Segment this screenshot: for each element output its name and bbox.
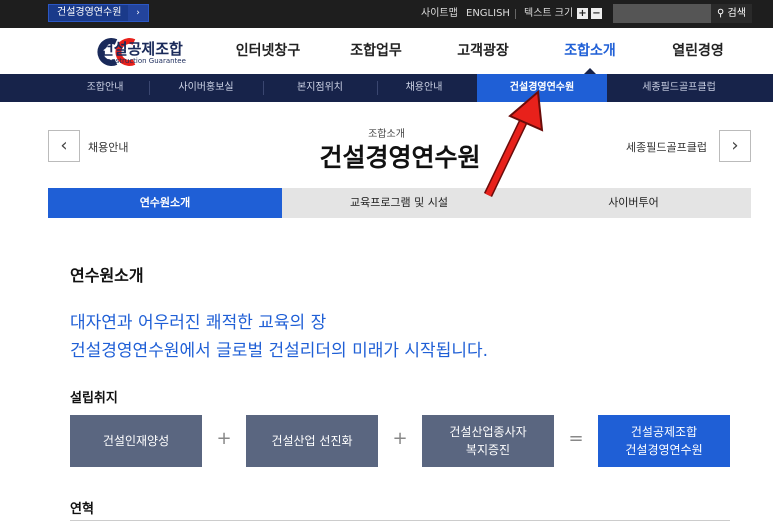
divider — [515, 9, 516, 19]
subnav-item-golf-club[interactable]: 세종필드골프클럽 — [622, 74, 736, 102]
search-input[interactable] — [613, 4, 711, 23]
purpose-box-welfare: 건설산업종사자 복지증진 — [422, 415, 554, 467]
subnav-item-union-guide[interactable]: 조합안내 — [48, 74, 162, 102]
subnav-item-branch-location[interactable]: 본지점위치 — [263, 74, 377, 102]
search-button-label: 검색 — [727, 8, 746, 19]
search-icon: ⚲ — [717, 8, 725, 19]
search-button[interactable]: ⚲ 검색 — [711, 4, 752, 23]
gnav-customer-plaza[interactable]: 고객광장 — [429, 28, 537, 74]
logo-text: 건설공제조합 — [100, 40, 183, 58]
history-heading: 연혁 — [70, 502, 94, 517]
purpose-box-result: 건설공제조합 건설경영연수원 — [598, 415, 730, 467]
gnav-union-work[interactable]: 조합업무 — [322, 28, 430, 74]
purpose-box-text: 건설경영연수원 — [625, 443, 703, 457]
purpose-box-talent: 건설인재양성 — [70, 415, 202, 467]
purpose-box-text: 건설공제조합 — [630, 425, 698, 439]
gnav-open-management[interactable]: 열린경영 — [644, 28, 752, 74]
purpose-heading: 설립취지 — [70, 391, 118, 406]
subnav-item-cyber-pr[interactable]: 사이버홍보실 — [149, 74, 263, 102]
purpose-box-text: 복지증진 — [465, 443, 511, 457]
font-decrease-button[interactable]: − — [591, 8, 602, 19]
gnav-union-intro[interactable]: 조합소개 — [536, 28, 644, 74]
purpose-box-text: 건설산업종사자 — [449, 425, 527, 439]
subnav-item-recruitment[interactable]: 채용안내 — [367, 74, 481, 102]
equals-operator: = — [568, 428, 584, 449]
divider — [70, 520, 730, 521]
logo-english-text: Construction Guarantee — [102, 57, 186, 65]
plus-operator: + — [392, 428, 408, 449]
english-link[interactable]: ENGLISH — [466, 0, 510, 28]
lead-text-line-2: 건설경영연수원에서 글로벌 건설리더의 미래가 시작됩니다. — [70, 341, 489, 361]
font-increase-button[interactable]: + — [577, 8, 588, 19]
site-select-label: 건설경영연수원 — [57, 7, 122, 18]
sitemap-link[interactable]: 사이트맵 — [421, 0, 458, 28]
plus-operator: + — [216, 428, 232, 449]
purpose-box-text: 건설인재양성 — [102, 434, 170, 448]
text-size-label: 텍스트 크기 — [524, 8, 574, 19]
chevron-right-icon: › — [128, 5, 148, 21]
section-title: 연수원소개 — [70, 266, 144, 285]
annotation-arrow-icon — [483, 90, 544, 197]
site-select[interactable]: 건설경영연수원 › — [48, 4, 149, 22]
gnav-internet-window[interactable]: 인터넷창구 — [214, 28, 322, 74]
chevron-right-icon: › — [731, 135, 739, 156]
tab-institute-intro[interactable]: 연수원소개 — [48, 188, 282, 218]
purpose-box-advancement: 건설산업 선진화 — [246, 415, 378, 467]
next-page-label[interactable]: 세종필드골프클럽 — [626, 139, 707, 155]
purpose-box-text: 건설산업 선진화 — [271, 434, 353, 448]
next-page-button[interactable]: › — [719, 130, 751, 162]
lead-text-line-1: 대자연과 어우러진 쾌적한 교육의 장 — [70, 313, 327, 333]
